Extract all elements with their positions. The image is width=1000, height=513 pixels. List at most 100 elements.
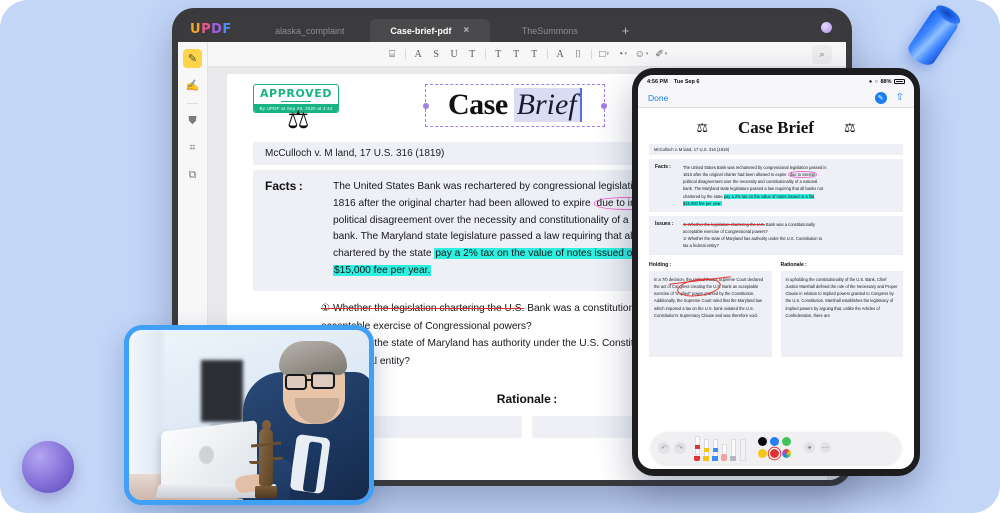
color-swatch-yellow[interactable] [758,449,767,458]
nav-right-actions: ✎ ⇧ [874,91,904,104]
shape-icon[interactable]: □ ▾ [599,49,610,60]
stamp-rule [281,101,311,102]
tab-alaska-complaint[interactable]: alaska_complaint [250,19,370,42]
ipad-markup-toolbar: ↶ ↷ ✦ ⋯ [638,429,914,469]
title-selection-box[interactable]: Case Brief [423,84,607,127]
pages-icon: ⧉ [188,169,197,181]
fountain-pen-tool[interactable] [712,438,718,461]
ink-icon[interactable]: ◔ ▾ [617,49,628,60]
color-swatch-blue[interactable] [770,437,779,446]
photo-glasses-left-lens [285,374,307,390]
photo-shelf-object-1 [201,360,243,422]
marker-pen-tool[interactable] [694,435,700,461]
ipad-issues-label: Issues : [655,220,674,227]
sidebar-item-pages[interactable]: ⧉ [183,166,202,185]
photo-lady-justice-statue [249,412,283,498]
ipad-holding-label: Holding : [649,261,672,268]
pen-icon: ✎ [187,53,198,65]
ipad-document[interactable]: ⚖ Case Brief ⚖ McCulloch v. M land, 17 U… [638,108,914,429]
search-button[interactable]: ⌕ [812,45,832,64]
annotation-toolbar: ⌸ A S U T T T T A ⌷ □ ▾ ◔ ▾ ☺ ▾ ✐ ▾ ⌕ [208,42,846,67]
ipad-issue-line-3: ② Whether the state of Maryland has auth… [683,236,823,242]
ios-status-bar: 4:56 PM Tue Sep 6 ● ○ 88% [638,75,914,88]
color-swatch-green[interactable] [782,437,791,446]
eraser-icon[interactable]: ⌷ [573,49,584,60]
stamp-menu-icon[interactable]: ☺ ▾ [635,49,649,60]
ipad-facts-line-3: political disagreement over the necessit… [683,179,818,185]
ipad-issue-strikethrough: ① Whether the legislation chartering the… [683,221,765,227]
squiggly-icon[interactable]: T [467,49,478,60]
resize-handle-right[interactable] [600,102,607,109]
pencil-icon[interactable]: A [555,49,566,60]
tab-case-brief-pdf[interactable]: Case-brief-pdf × [369,19,490,42]
chevron-down-icon: ▾ [645,52,649,57]
pen-nib [730,455,736,461]
close-icon[interactable]: × [463,25,469,36]
signature-icon[interactable]: ✐ ▾ [655,49,667,60]
ipad-facts-circled: due to intense [787,171,818,179]
pen-band [712,447,718,452]
color-swatch-black[interactable] [758,437,767,446]
status-date: Tue Sep 6 [673,78,700,85]
share-icon[interactable]: ⇧ [896,92,904,103]
chevron-down-icon: ▾ [664,52,668,57]
color-swatch-rainbow[interactable] [782,449,791,458]
stamp-icon: ⛊ [188,115,197,127]
more-options-icon[interactable]: ⋯ [820,442,831,453]
pen-nib [712,455,718,461]
sidebar-item-edit-pdf[interactable]: ✍ [183,76,202,95]
undo-icon[interactable]: ↶ [658,441,670,454]
statue-base [255,486,277,498]
ipad-facts-line-2a: 1816 after the original charter had been… [683,172,788,178]
add-icon[interactable]: ✦ [804,442,815,453]
sidebar-item-stamp[interactable]: ⛊ [183,112,202,131]
poster-stage: UPDF alaska_complaint Case-brief-pdf × T… [0,0,1000,513]
scales-of-justice-icon: ⚖ [287,106,310,134]
color-swatch-red-selected[interactable] [770,449,779,458]
highlighter-pen-tool[interactable] [703,438,709,461]
sidebar-item-crop[interactable]: ⌗ [183,139,202,158]
ruler-body [739,438,746,461]
text-callout-icon[interactable]: T [529,49,540,60]
search-icon: ⌕ [819,49,825,59]
tab-bar: alaska_complaint Case-brief-pdf × TheSum… [250,14,836,42]
tab-the-summons[interactable]: TheSummons [490,19,610,42]
done-button[interactable]: Done [648,93,668,103]
highlight-icon[interactable]: A [413,49,424,60]
add-tab-icon[interactable]: + [610,23,642,42]
eraser-tool[interactable] [721,443,727,461]
scales-of-justice-icon-right: ⚖ [844,120,856,135]
scales-of-justice-icon-left: ⚖ [696,120,708,135]
sticky-note-icon[interactable]: ⌸ [387,49,398,60]
facts-line-5a: chartered by the state [333,248,435,260]
statue-scale-pan-right [272,457,283,460]
ipad-facts-line-2: 1816 after the original charter had been… [683,171,827,179]
facts-highlight-2: $15,000 fee per year. [333,265,432,277]
ruler-tool[interactable] [739,438,746,461]
ipad-citation: McCulloch v. M land, 17 U.S. 316 (1819) [649,144,903,155]
text-icon[interactable]: T [493,49,504,60]
signature-glyph: ✐ [655,48,664,60]
underline-icon[interactable]: U [449,49,460,60]
color-swatches [758,437,791,458]
sidebar-item-annotate[interactable]: ✎ [183,49,202,68]
statue-body [259,428,273,486]
sidebar-divider [187,103,198,104]
ipad-facts-line-6: $15,000 fee per year. [683,200,827,207]
status-left: 4:56 PM Tue Sep 6 [647,79,700,85]
ipad-facts-section: Facts : The United States Bank was recha… [649,159,903,212]
redo-icon[interactable]: ↷ [674,441,686,454]
markup-icon[interactable]: ✎ [874,91,887,104]
strikethrough-icon[interactable]: S [431,49,442,60]
ink-glyph: ◔ [617,48,624,60]
lawyer-photo-inset [124,325,374,505]
resize-handle-left[interactable] [423,102,429,109]
ipad-holding-rationale-columns: Holding : In a 7/0 decision, the United … [649,262,903,357]
pencil-tool[interactable] [730,438,736,461]
chevron-down-icon: ▾ [606,52,609,57]
text-box-icon[interactable]: T [511,49,522,60]
chevron-down-icon: ▾ [624,52,627,57]
title-word-case: Case [448,88,508,121]
ipad-title-row: ⚖ Case Brief ⚖ [649,116,903,144]
window-control-dot[interactable] [821,22,832,33]
